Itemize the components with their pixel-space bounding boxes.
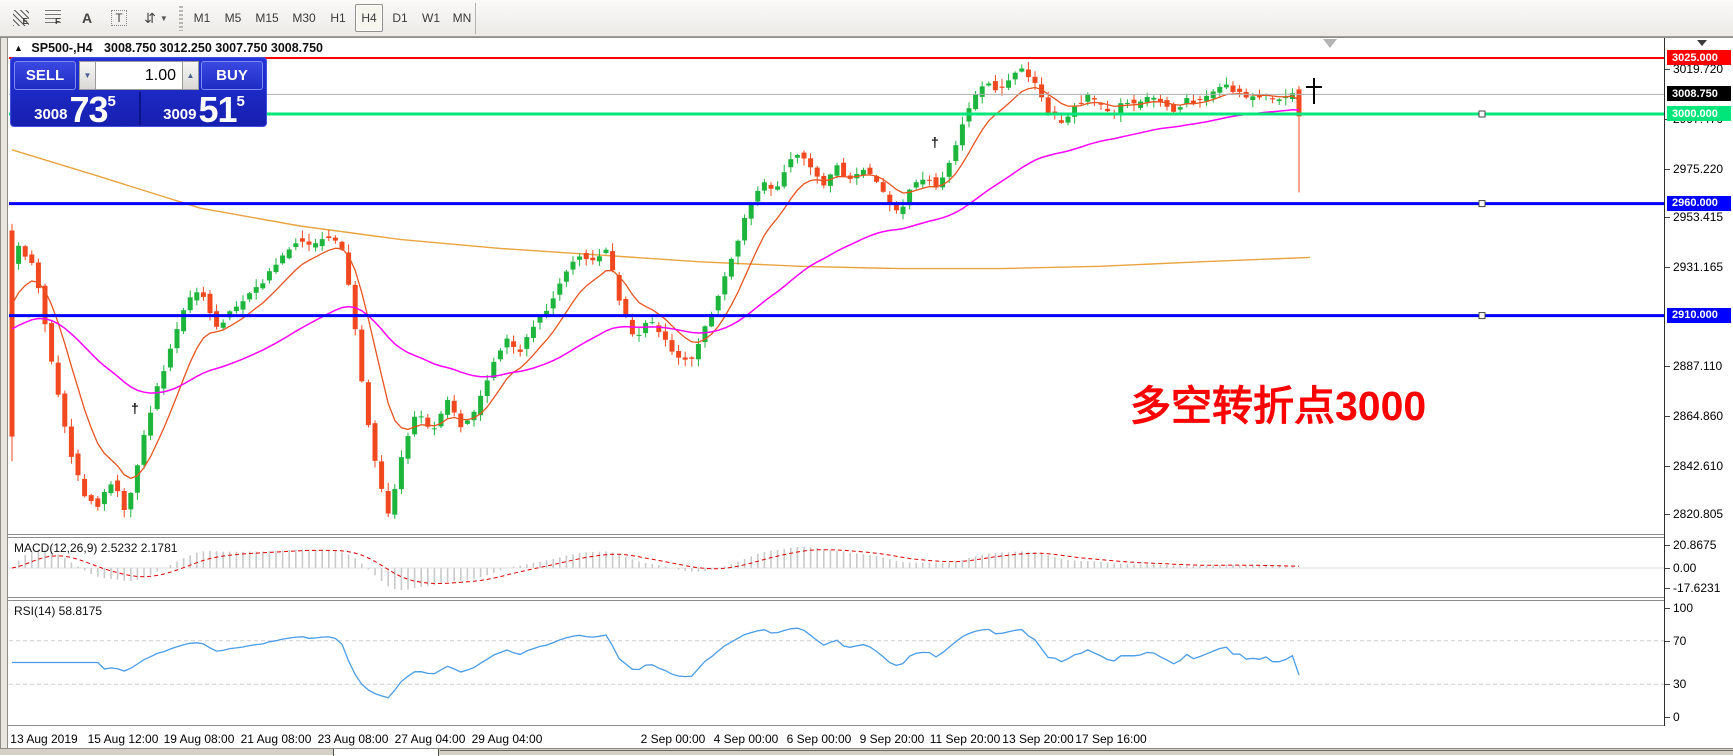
level-price-badge: 3000.000 [1667, 106, 1731, 121]
scroll-to-end-marker-icon [1323, 39, 1337, 48]
collapse-triangle-icon[interactable]: ▲ [14, 43, 23, 53]
volume-increase-button[interactable]: ▲ [182, 61, 199, 90]
time-tick-label: 13 Aug 2019 [10, 732, 77, 746]
docked-panel-edge [0, 748, 1733, 755]
volume-decrease-button[interactable]: ▼ [79, 61, 96, 90]
buy-price-prefix: 3009 [163, 106, 196, 123]
time-tick-label: 17 Sep 16:00 [1075, 732, 1146, 746]
rsi-tick-label: 100 [1673, 601, 1693, 615]
macd-tick-label: 20.8675 [1673, 538, 1716, 552]
one-click-trading-panel: SELL ▼ ▲ BUY 3008 73 5 3009 51 5 [10, 57, 267, 127]
toolbar-separator [475, 3, 476, 34]
level-price-badge: 2910.000 [1667, 308, 1731, 323]
rsi-tick-label: 0 [1673, 710, 1680, 724]
macd-label: MACD(12,26,9) 2.5232 2.1781 [14, 541, 177, 555]
time-tick-label: 6 Sep 00:00 [787, 732, 852, 746]
timeframe-button-M1[interactable]: M1 [188, 4, 216, 32]
timeframe-button-H4[interactable]: H4 [355, 4, 383, 32]
chart-text-annotation[interactable]: 多空转折点3000 [1130, 372, 1426, 432]
window-left-gutter [1, 37, 8, 748]
window-menu-triangle-icon[interactable] [1697, 40, 1707, 46]
ohlc-values: 3008.750 3012.250 3007.750 3008.750 [104, 41, 323, 55]
text-box-icon[interactable]: T [107, 4, 131, 32]
time-tick-label: 13 Sep 20:00 [1002, 732, 1073, 746]
timeframe-button-D1[interactable]: D1 [386, 4, 414, 32]
price-tick-label: 2887.110 [1673, 359, 1722, 373]
level-price-badge: 2960.000 [1667, 196, 1731, 211]
dagger-marker-icon: † [931, 134, 939, 150]
timeframe-button-M30[interactable]: M30 [287, 4, 321, 32]
fibonacci-lines-icon[interactable]: F [40, 4, 66, 32]
price-tick-label: 2842.610 [1673, 459, 1723, 473]
time-tick-label: 9 Sep 20:00 [860, 732, 925, 746]
buy-price-sup: 5 [237, 93, 245, 110]
sell-button[interactable]: SELL [14, 61, 76, 90]
timeframe-button-W1[interactable]: W1 [417, 4, 445, 32]
level-price-badge: 3025.000 [1667, 50, 1731, 65]
buy-price-big: 51 [198, 95, 236, 125]
top-toolbar: EFAT⇵▼ M1M5M15M30H1H4D1W1MN [0, 0, 1733, 37]
time-tick-label: 23 Aug 08:00 [318, 732, 389, 746]
timeframe-button-M5[interactable]: M5 [219, 4, 247, 32]
sell-price-sup: 5 [108, 93, 116, 110]
rsi-plot-area[interactable] [9, 601, 1664, 724]
text-label-icon[interactable]: A [76, 4, 98, 32]
macd-panel-bottom-border [8, 597, 1664, 598]
main-panel-bottom-border [8, 534, 1664, 535]
time-tick-label: 2 Sep 00:00 [641, 732, 706, 746]
timeframe-button-MN[interactable]: MN [448, 4, 476, 32]
macd-plot-area[interactable] [9, 538, 1664, 596]
current-price-badge: 3008.750 [1667, 86, 1731, 101]
time-tick-label: 27 Aug 04:00 [395, 732, 466, 746]
price-tick-label: 2975.220 [1673, 162, 1723, 176]
macd-tick-label: -17.6231 [1673, 581, 1720, 595]
docked-panel-border [440, 750, 1733, 751]
dagger-marker-icon: † [131, 400, 139, 416]
macd-tick-label: 0.00 [1673, 561, 1696, 575]
sell-price-prefix: 3008 [34, 106, 67, 123]
volume-input[interactable] [96, 61, 182, 90]
price-divider [139, 92, 141, 125]
rsi-tick-label: 70 [1673, 634, 1686, 648]
price-axis[interactable]: 3019.7202997.4702975.2202953.4152931.165… [1664, 38, 1733, 726]
time-tick-label: 15 Aug 12:00 [88, 732, 159, 746]
timeframe-button-H1[interactable]: H1 [324, 4, 352, 32]
sell-price-big: 73 [69, 95, 107, 125]
price-tick-label: 2931.165 [1673, 260, 1723, 274]
time-tick-label: 4 Sep 00:00 [714, 732, 779, 746]
time-tick-label: 19 Aug 08:00 [164, 732, 235, 746]
time-tick-label: 11 Sep 20:00 [930, 732, 1001, 746]
price-tick-label: 2820.805 [1673, 507, 1723, 521]
buy-price-display[interactable]: 3009 51 5 [142, 92, 266, 125]
time-axis[interactable]: 13 Aug 2019 15 Aug 12:00 19 Aug 08:00 21 Au… [8, 726, 1664, 748]
arrow-objects-icon[interactable]: ⇵▼ [138, 4, 174, 32]
chart-title: ▲ SP500-,H4 3008.750 3012.250 3007.750 3… [14, 41, 323, 55]
rsi-tick-label: 30 [1673, 677, 1686, 691]
time-tick-label: 29 Aug 04:00 [472, 732, 543, 746]
time-tick-label: 21 Aug 08:00 [241, 732, 312, 746]
crosshair-cursor-icon [1306, 78, 1322, 104]
symbol-timeframe: SP500-,H4 [31, 41, 92, 55]
rsi-label: RSI(14) 58.8175 [14, 604, 102, 618]
sell-price-display[interactable]: 3008 73 5 [13, 92, 137, 125]
equidistant-channel-icon[interactable]: E [8, 4, 34, 32]
price-tick-label: 2953.415 [1673, 210, 1723, 224]
timeframe-button-M15[interactable]: M15 [250, 4, 284, 32]
buy-button[interactable]: BUY [201, 61, 263, 90]
price-tick-label: 2864.860 [1673, 409, 1723, 423]
toolbar-grip[interactable] [179, 6, 183, 31]
